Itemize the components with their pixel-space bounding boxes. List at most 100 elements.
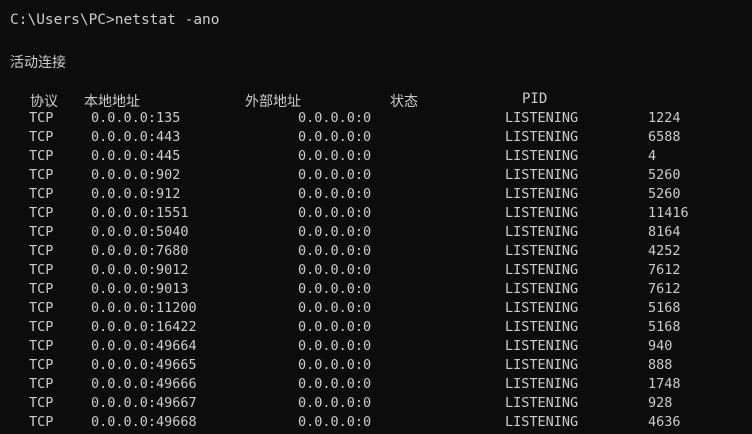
table-row: TCP 0.0.0.0:7680 0.0.0.0:0 LISTENING 4252 <box>0 243 752 262</box>
cell-state: LISTENING <box>505 243 579 259</box>
column-header-proto: 协议 <box>30 94 58 110</box>
cell-state: LISTENING <box>505 281 579 297</box>
cell-pid: 5260 <box>648 167 681 183</box>
cell-state: LISTENING <box>505 205 579 221</box>
cell-local-address: 0.0.0.0:11200 <box>91 300 197 316</box>
cell-local-address: 0.0.0.0:49665 <box>91 357 197 373</box>
cell-pid: 4636 <box>648 414 681 430</box>
cell-proto: TCP <box>29 129 54 145</box>
table-row: TCP 0.0.0.0:16422 0.0.0.0:0 LISTENING 5168 <box>0 319 752 338</box>
cell-pid: 928 <box>648 395 673 411</box>
cell-proto: TCP <box>29 167 54 183</box>
cell-local-address: 0.0.0.0:5040 <box>91 224 189 240</box>
cell-proto: TCP <box>29 319 54 335</box>
command-prompt-line: C:\Users\PC>netstat -ano <box>10 12 220 28</box>
cell-proto: TCP <box>29 243 54 259</box>
column-header-local-address: 本地地址 <box>84 94 140 110</box>
cell-state: LISTENING <box>505 414 579 430</box>
table-row: TCP 0.0.0.0:9013 0.0.0.0:0 LISTENING 7612 <box>0 281 752 300</box>
cell-foreign-address: 0.0.0.0:0 <box>298 224 372 240</box>
cell-local-address: 0.0.0.0:443 <box>91 129 181 145</box>
cell-foreign-address: 0.0.0.0:0 <box>298 281 372 297</box>
cell-foreign-address: 0.0.0.0:0 <box>298 395 372 411</box>
table-row: TCP 0.0.0.0:443 0.0.0.0:0 LISTENING 6588 <box>0 129 752 148</box>
cell-foreign-address: 0.0.0.0:0 <box>298 148 372 164</box>
cell-proto: TCP <box>29 376 54 392</box>
cell-foreign-address: 0.0.0.0:0 <box>298 338 372 354</box>
table-row: TCP 0.0.0.0:49665 0.0.0.0:0 LISTENING 888 <box>0 357 752 376</box>
cell-state: LISTENING <box>505 376 579 392</box>
cell-local-address: 0.0.0.0:7680 <box>91 243 189 259</box>
cell-proto: TCP <box>29 205 54 221</box>
cell-local-address: 0.0.0.0:912 <box>91 186 181 202</box>
table-row: TCP 0.0.0.0:11200 0.0.0.0:0 LISTENING 5168 <box>0 300 752 319</box>
cell-foreign-address: 0.0.0.0:0 <box>298 414 372 430</box>
cell-local-address: 0.0.0.0:135 <box>91 110 181 126</box>
cell-pid: 4252 <box>648 243 681 259</box>
table-row: TCP 0.0.0.0:1551 0.0.0.0:0 LISTENING 11416 <box>0 205 752 224</box>
table-row: TCP 0.0.0.0:9012 0.0.0.0:0 LISTENING 7612 <box>0 262 752 281</box>
cell-local-address: 0.0.0.0:49664 <box>91 338 197 354</box>
cell-proto: TCP <box>29 395 54 411</box>
cell-foreign-address: 0.0.0.0:0 <box>298 110 372 126</box>
cell-state: LISTENING <box>505 319 579 335</box>
cell-proto: TCP <box>29 338 54 354</box>
cell-state: LISTENING <box>505 224 579 240</box>
cell-proto: TCP <box>29 186 54 202</box>
cell-state: LISTENING <box>505 167 579 183</box>
cell-pid: 5168 <box>648 300 681 316</box>
cell-pid: 4 <box>648 148 657 164</box>
cell-local-address: 0.0.0.0:16422 <box>91 319 197 335</box>
cell-state: LISTENING <box>505 148 579 164</box>
table-row: TCP 0.0.0.0:902 0.0.0.0:0 LISTENING 5260 <box>0 167 752 186</box>
cell-pid: 5260 <box>648 186 681 202</box>
cell-foreign-address: 0.0.0.0:0 <box>298 319 372 335</box>
cell-pid: 5168 <box>648 319 681 335</box>
cell-pid: 7612 <box>648 262 681 278</box>
cell-proto: TCP <box>29 300 54 316</box>
table-row: TCP 0.0.0.0:135 0.0.0.0:0 LISTENING 1224 <box>0 110 752 129</box>
cell-foreign-address: 0.0.0.0:0 <box>298 243 372 259</box>
cell-local-address: 0.0.0.0:9012 <box>91 262 189 278</box>
table-row: TCP 0.0.0.0:5040 0.0.0.0:0 LISTENING 8164 <box>0 224 752 243</box>
cell-pid: 1748 <box>648 376 681 392</box>
table-row: TCP 0.0.0.0:445 0.0.0.0:0 LISTENING 4 <box>0 148 752 167</box>
cell-pid: 1224 <box>648 110 681 126</box>
column-header-pid: PID <box>522 91 548 107</box>
cell-proto: TCP <box>29 148 54 164</box>
column-header-state: 状态 <box>390 94 418 110</box>
cell-proto: TCP <box>29 110 54 126</box>
cell-foreign-address: 0.0.0.0:0 <box>298 376 372 392</box>
cell-foreign-address: 0.0.0.0:0 <box>298 205 372 221</box>
cell-state: LISTENING <box>505 186 579 202</box>
cell-proto: TCP <box>29 224 54 240</box>
cell-foreign-address: 0.0.0.0:0 <box>298 357 372 373</box>
console-window[interactable]: C:\Users\PC>netstat -ano 活动连接 协议 本地地址 外部… <box>0 0 752 434</box>
cell-state: LISTENING <box>505 357 579 373</box>
cell-pid: 7612 <box>648 281 681 297</box>
cell-state: LISTENING <box>505 129 579 145</box>
cell-pid: 888 <box>648 357 673 373</box>
cell-local-address: 0.0.0.0:9013 <box>91 281 189 297</box>
cell-local-address: 0.0.0.0:49666 <box>91 376 197 392</box>
cell-proto: TCP <box>29 357 54 373</box>
column-header-foreign-address: 外部地址 <box>245 94 301 110</box>
cell-proto: TCP <box>29 262 54 278</box>
cell-foreign-address: 0.0.0.0:0 <box>298 167 372 183</box>
cell-foreign-address: 0.0.0.0:0 <box>298 129 372 145</box>
table-row: TCP 0.0.0.0:49666 0.0.0.0:0 LISTENING 1748 <box>0 376 752 395</box>
cell-proto: TCP <box>29 281 54 297</box>
cell-local-address: 0.0.0.0:49668 <box>91 414 197 430</box>
active-connections-heading: 活动连接 <box>10 55 66 71</box>
cell-state: LISTENING <box>505 338 579 354</box>
table-row: TCP 0.0.0.0:49667 0.0.0.0:0 LISTENING 928 <box>0 395 752 414</box>
table-row: TCP 0.0.0.0:912 0.0.0.0:0 LISTENING 5260 <box>0 186 752 205</box>
cell-local-address: 0.0.0.0:49667 <box>91 395 197 411</box>
cell-proto: TCP <box>29 414 54 430</box>
cell-foreign-address: 0.0.0.0:0 <box>298 186 372 202</box>
cell-local-address: 0.0.0.0:902 <box>91 167 181 183</box>
cell-local-address: 0.0.0.0:445 <box>91 148 181 164</box>
cell-foreign-address: 0.0.0.0:0 <box>298 262 372 278</box>
cell-pid: 6588 <box>648 129 681 145</box>
cell-state: LISTENING <box>505 262 579 278</box>
